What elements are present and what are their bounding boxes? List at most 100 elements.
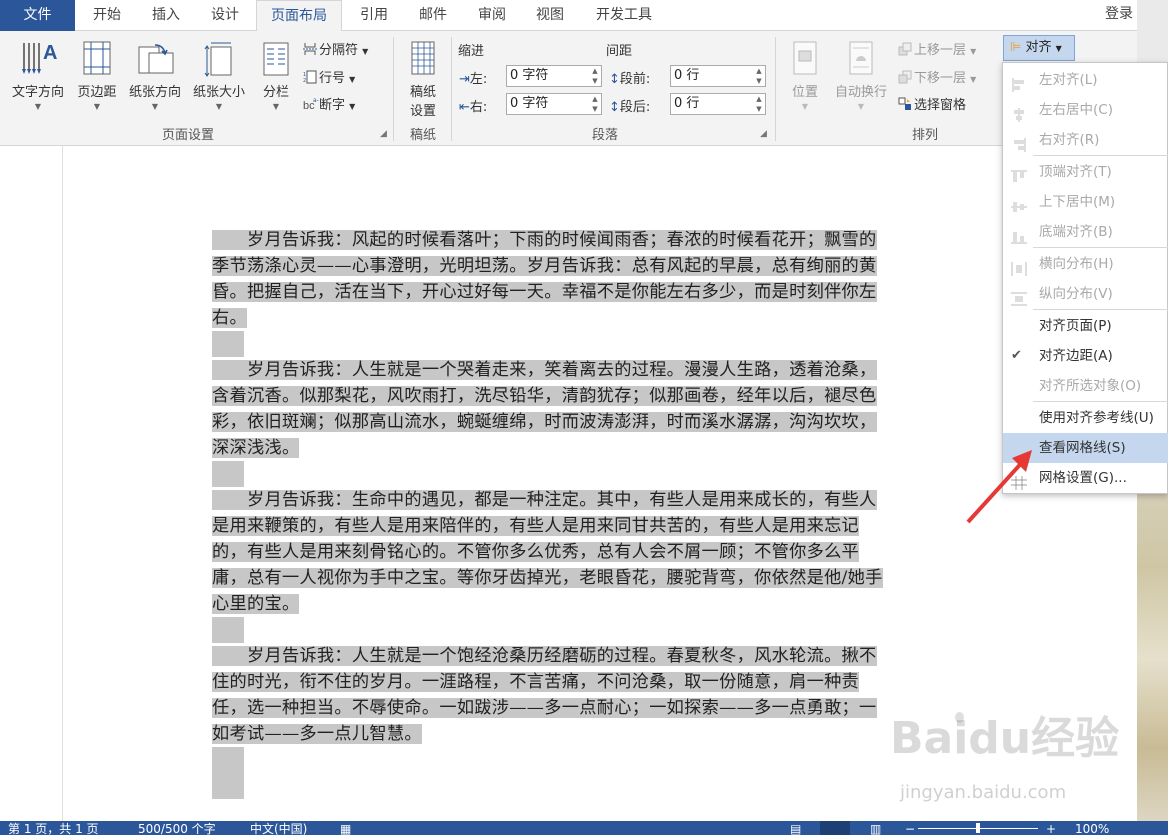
menu-separator <box>1033 401 1168 402</box>
menu-item-align-to-margin[interactable]: ✔ 对齐边距(A) <box>1003 341 1168 371</box>
position-label: 位置 <box>791 85 818 100</box>
menu-item-align-middle[interactable]: 上下居中(M) <box>1003 187 1168 217</box>
tab-references[interactable]: 引用 <box>346 0 402 31</box>
group-divider <box>451 37 452 141</box>
spinner-arrows-icon[interactable]: ▲ ▼ <box>753 66 765 86</box>
paper-size-button[interactable]: 纸张大小 ▼ <box>187 39 251 111</box>
zoom-slider-thumb[interactable] <box>976 823 980 833</box>
text-direction-button[interactable]: A 文字方向 ▼ <box>6 39 70 111</box>
zoom-level[interactable]: 100% <box>1075 822 1109 835</box>
menu-item-distribute-horizontal[interactable]: 横向分布(H) <box>1003 249 1168 279</box>
line-numbers-button[interactable]: 1 2 行号 ▼ <box>303 67 355 86</box>
menu-item-align-right[interactable]: 右对齐(R) <box>1003 125 1168 155</box>
read-mode-icon[interactable]: ▤ <box>790 822 801 835</box>
align-dropdown-button[interactable]: ⊫ 对齐 ▼ <box>1003 35 1075 61</box>
send-backward-icon <box>898 70 912 84</box>
hyphenation-icon: bc a- <box>303 97 319 112</box>
tab-file[interactable]: 文件 <box>0 0 75 31</box>
bring-forward-button[interactable]: 上移一层 ▼ <box>898 39 976 58</box>
spinner-arrows-icon[interactable]: ▲ ▼ <box>589 94 601 114</box>
web-layout-icon[interactable]: ▥ <box>870 822 881 835</box>
distribute-vertical-icon <box>1011 287 1027 306</box>
chevron-down-icon: ▼ <box>857 102 865 111</box>
orientation-button[interactable]: 纸张方向 ▼ <box>123 39 187 111</box>
menu-item-align-selected-objects[interactable]: 对齐所选对象(O) <box>1003 371 1168 401</box>
print-layout-icon[interactable] <box>820 821 850 835</box>
columns-icon <box>256 39 296 77</box>
annotation-arrow-icon <box>966 450 1032 524</box>
macro-record-icon[interactable]: ▦ <box>340 822 351 835</box>
chevron-down-icon: ▼ <box>93 102 101 111</box>
indent-left-field[interactable]: 0 字符 ▲ ▼ <box>506 65 602 87</box>
group-divider <box>393 37 394 141</box>
paper-size-icon <box>187 39 251 77</box>
status-page-count[interactable]: 第 1 页，共 1 页 <box>8 822 99 835</box>
margins-label: 页边距 <box>77 85 117 100</box>
menu-item-distribute-vertical[interactable]: 纵向分布(V) <box>1003 279 1168 309</box>
menu-item-use-alignment-guides[interactable]: 使用对齐参考线(U) <box>1003 403 1168 433</box>
document-paragraph[interactable]: 岁月告诉我：生命中的遇见，都是一种注定。其中，有些人是用来成长的，有些人是用来鞭… <box>212 487 892 617</box>
menu-item-align-top[interactable]: 顶端对齐(T) <box>1003 157 1168 187</box>
tab-design[interactable]: 设计 <box>197 0 253 31</box>
login-link[interactable]: 登录 <box>1105 0 1137 28</box>
spacing-before-icon: ↕ <box>609 72 620 87</box>
group-label-arrange: 排列 <box>911 128 938 143</box>
menu-item-align-center[interactable]: 左右居中(C) <box>1003 95 1168 125</box>
zoom-in-icon[interactable]: + <box>1046 822 1056 835</box>
tab-mailings[interactable]: 邮件 <box>405 0 461 31</box>
paw-icon <box>955 712 964 723</box>
indent-title: 缩进 <box>458 44 485 59</box>
ribbon-page-layout: A 文字方向 ▼ 页边距 ▼ 纸张方向 ▼ 纸张大小 ▼ 分栏 ▼ 分隔符 ▼ … <box>0 31 1137 146</box>
wrap-text-button[interactable]: 自动换行 ▼ <box>829 39 893 111</box>
spinner-arrows-icon[interactable]: ▲ ▼ <box>753 94 765 114</box>
group-label-page-setup: 页面设置 <box>161 128 214 143</box>
chevron-down-icon: ▼ <box>151 102 159 111</box>
dialog-launcher-icon[interactable]: ◢ <box>380 129 387 139</box>
zoom-out-icon[interactable]: − <box>905 822 915 835</box>
tab-insert[interactable]: 插入 <box>138 0 194 31</box>
breaks-button[interactable]: 分隔符 ▼ <box>303 39 368 58</box>
menu-item-align-to-page[interactable]: 对齐页面(P) <box>1003 311 1168 341</box>
tab-review[interactable]: 审阅 <box>464 0 520 31</box>
spacing-after-field[interactable]: 0 行 ▲ ▼ <box>670 93 766 115</box>
hyphenation-button[interactable]: bc a- 断字 ▼ <box>303 94 355 113</box>
spacing-before-field[interactable]: 0 行 ▲ ▼ <box>670 65 766 87</box>
selection-pane-button[interactable]: 选择窗格 <box>898 94 966 113</box>
indent-right-icon: ⇤ <box>459 100 470 115</box>
dialog-launcher-icon[interactable]: ◢ <box>760 129 767 139</box>
tab-view[interactable]: 视图 <box>522 0 578 31</box>
spacing-after-label: ↕段后: <box>609 100 651 115</box>
line-numbers-label: 行号 <box>319 71 346 86</box>
menu-item-align-left[interactable]: 左对齐(L) <box>1003 65 1168 95</box>
bring-forward-label: 上移一层 <box>914 43 967 58</box>
chevron-down-icon: ▼ <box>34 102 42 111</box>
status-language[interactable]: 中文(中国) <box>250 822 307 835</box>
document-paragraph[interactable]: 岁月告诉我：风起的时候看落叶；下雨的时候闻雨香；春浓的时候看花开；飘雪的季节荡涤… <box>212 227 892 331</box>
line-numbers-icon: 12 <box>303 70 317 84</box>
paper-size-label: 纸张大小 <box>192 85 245 100</box>
draft-settings-button[interactable]: 稿纸 设置 <box>401 39 445 119</box>
draft-label-2: 设置 <box>409 104 436 119</box>
empty-line-selection <box>212 461 244 487</box>
status-word-count[interactable]: 500/500 个字 <box>138 822 216 835</box>
tab-page-layout[interactable]: 页面布局 <box>256 0 342 32</box>
tab-home[interactable]: 开始 <box>80 0 134 31</box>
menu-item-align-bottom[interactable]: 底端对齐(B) <box>1003 217 1168 247</box>
page-left-edge <box>62 146 63 821</box>
group-label-paragraph: 段落 <box>591 128 618 143</box>
tab-developer[interactable]: 开发工具 <box>582 0 666 31</box>
indent-right-field[interactable]: 0 字符 ▲ ▼ <box>506 93 602 115</box>
bring-forward-icon <box>898 42 912 56</box>
orientation-icon <box>123 39 187 77</box>
position-button[interactable]: 位置 ▼ <box>783 39 827 111</box>
send-backward-button[interactable]: 下移一层 ▼ <box>898 67 976 86</box>
align-middle-icon <box>1011 195 1027 212</box>
document-paragraph[interactable]: 岁月告诉我：人生就是一个饱经沧桑历经磨砺的过程。春夏秋冬，风水轮流。揪不住的时光… <box>212 643 892 747</box>
spinner-arrows-icon[interactable]: ▲ ▼ <box>589 66 601 86</box>
svg-text:a-: a- <box>313 97 319 104</box>
columns-button[interactable]: 分栏 ▼ <box>256 39 296 111</box>
columns-label: 分栏 <box>262 85 289 100</box>
margins-button[interactable]: 页边距 ▼ <box>72 39 122 111</box>
document-paragraph[interactable]: 岁月告诉我：人生就是一个哭着走来，笑着离去的过程。漫漫人生路，透着沧桑，含着沉香… <box>212 357 892 461</box>
group-divider <box>775 37 776 141</box>
